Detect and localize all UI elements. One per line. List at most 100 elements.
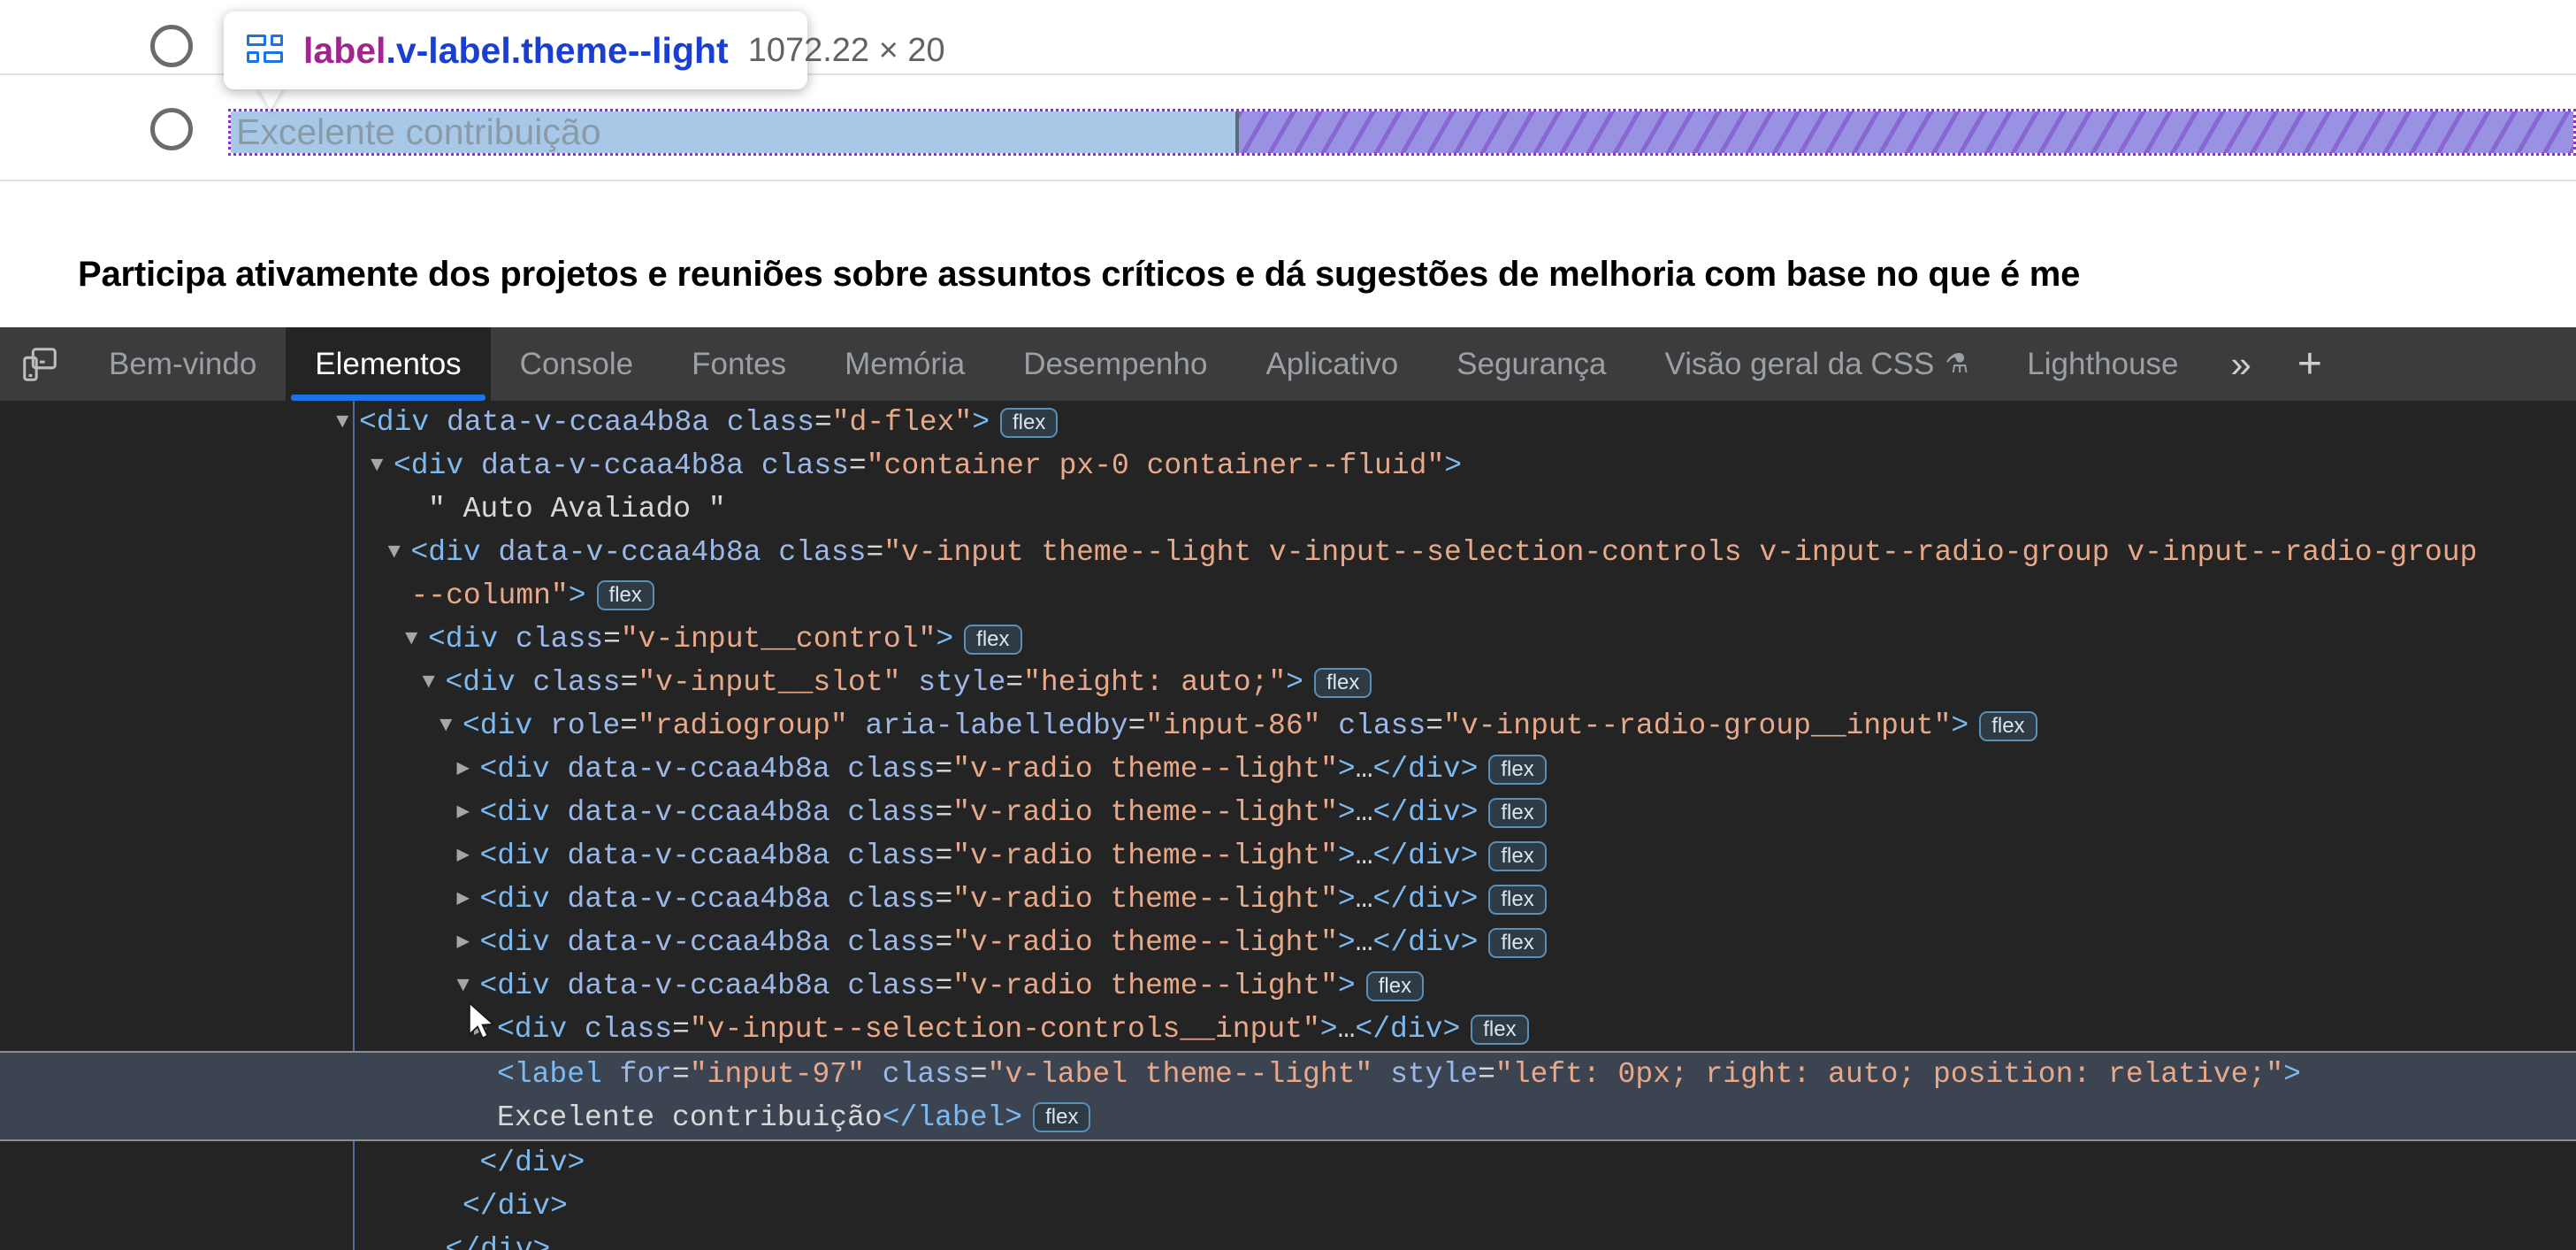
chevron-down-icon[interactable]: ▼ <box>405 617 424 661</box>
chevron-down-icon[interactable]: ▼ <box>457 964 477 1008</box>
node-markup: </div> <box>479 1146 585 1179</box>
flex-badge[interactable]: flex <box>1033 1102 1091 1133</box>
flex-badge[interactable]: flex <box>1313 667 1372 698</box>
node-markup: " Auto Avaliado " <box>428 493 726 525</box>
tab-label: Console <box>519 346 634 381</box>
dom-node-row[interactable]: ▶ <div data-v-ccaa4b8a class="v-radio the… <box>0 791 2576 834</box>
tab-visão-geral-da-css[interactable]: Visão geral da CSS ⚗ <box>1636 327 1999 401</box>
dom-node-row[interactable]: Excelente contribuição</label> flex <box>0 1096 2576 1141</box>
tooltip-dimensions: 1072.22 × 20 <box>747 31 945 69</box>
node-markup: <div data-v-ccaa4b8a class="container px… <box>394 449 1463 483</box>
chevron-down-icon[interactable]: ▼ <box>440 704 459 748</box>
node-markup: <div class="v-input__slot" style="height… <box>445 666 1303 700</box>
dom-node-row[interactable]: ▼ <div role="radiogroup" aria-labelledby=… <box>0 704 2576 748</box>
tab-label: Aplicativo <box>1265 346 1399 381</box>
element-info-tooltip: label.v-label.theme--light 1072.22 × 20 <box>224 12 945 89</box>
node-markup: <div data-v-ccaa4b8a class="v-input them… <box>410 536 2478 570</box>
node-markup: <div data-v-ccaa4b8a class="v-radio them… <box>479 883 1479 916</box>
dom-node-row[interactable]: " Auto Avaliado " <box>0 487 2576 531</box>
tabs-container: Bem-vindo Elementos Console Fontes Memória De… <box>80 327 2208 401</box>
flex-badge[interactable]: flex <box>1488 797 1547 828</box>
dom-node-row[interactable]: ▶ <div data-v-ccaa4b8a class="v-radio the… <box>0 834 2576 878</box>
chevron-right-icon[interactable]: ▶ <box>457 791 477 834</box>
highlight-content-box: Excelente contribuição <box>231 111 1239 153</box>
dom-node-row[interactable]: ▼ <div class="v-input__slot" style="heigh… <box>0 661 2576 704</box>
flex-badge[interactable]: flex <box>964 624 1022 655</box>
tab-label: Bem-vindo <box>109 346 257 381</box>
node-markup: <div class="v-input__control"> <box>428 623 954 656</box>
node-markup: <div data-v-ccaa4b8a class="v-radio them… <box>479 796 1479 830</box>
add-tab-button[interactable]: + <box>2274 327 2345 401</box>
dom-node-row[interactable]: ▶ <div data-v-ccaa4b8a class="v-radio the… <box>0 878 2576 921</box>
tab-label: Fontes <box>692 346 787 381</box>
tooltip-selector: label.v-label.theme--light <box>303 30 729 72</box>
element-highlight-overlay: Excelente contribuição <box>228 109 2576 156</box>
tab-aplicativo[interactable]: Aplicativo <box>1236 327 1427 401</box>
dom-node-row[interactable]: </div> <box>0 1141 2576 1185</box>
tab-bem-vindo[interactable]: Bem-vindo <box>80 327 286 401</box>
node-markup: --column"> <box>410 579 586 612</box>
node-markup: Excelente contribuição</label> <box>497 1101 1023 1134</box>
dom-tree-view[interactable]: ▼ <div data-v-ccaa4b8a class="d-flex"> fle… <box>0 401 2576 1250</box>
dom-node-row[interactable]: --column"> flex <box>0 574 2576 617</box>
devtools-panel: Bem-vindo Elementos Console Fontes Memória De… <box>0 327 2576 1250</box>
tab-elementos[interactable]: Elementos <box>286 327 491 401</box>
dom-node-row[interactable]: ▼ <div data-v-ccaa4b8a class="container p… <box>0 444 2576 487</box>
node-markup: <div data-v-ccaa4b8a class="v-radio them… <box>479 753 1479 786</box>
tab-lighthouse[interactable]: Lighthouse <box>1998 327 2207 401</box>
chevron-down-icon[interactable]: ▼ <box>388 531 408 574</box>
tab-label: Segurança <box>1456 346 1607 381</box>
node-markup: </div> <box>462 1190 568 1223</box>
chevron-right-icon[interactable]: ▶ <box>474 1008 493 1051</box>
chevron-down-icon[interactable]: ▼ <box>371 444 390 487</box>
node-markup: <div data-v-ccaa4b8a class="v-radio them… <box>479 840 1479 873</box>
tab-console[interactable]: Console <box>491 327 662 401</box>
dom-node-row[interactable]: ▼ <div data-v-ccaa4b8a class="d-flex"> fle… <box>0 401 2576 444</box>
device-toolbar-icon[interactable] <box>0 327 80 401</box>
devtools-tab-strip: Bem-vindo Elementos Console Fontes Memória De… <box>0 327 2576 401</box>
more-tabs-button[interactable]: » <box>2208 327 2274 401</box>
chevron-down-icon[interactable]: ▼ <box>423 661 442 704</box>
dom-node-row[interactable]: </div> <box>0 1185 2576 1228</box>
node-markup: </div> <box>445 1233 551 1250</box>
dom-node-row[interactable]: ▶ <div data-v-ccaa4b8a class="v-radio the… <box>0 748 2576 791</box>
tab-desempenho[interactable]: Desempenho <box>994 327 1236 401</box>
flex-badge[interactable]: flex <box>1979 710 2037 741</box>
dom-node-list: ▼ <div data-v-ccaa4b8a class="d-flex"> fle… <box>0 401 2576 1250</box>
dom-node-row[interactable]: ▼ <div data-v-ccaa4b8a class="v-radio the… <box>0 964 2576 1008</box>
highlight-padding-box <box>1239 111 2573 153</box>
flex-badge[interactable]: flex <box>1488 927 1547 958</box>
flex-badge[interactable]: flex <box>1365 970 1425 1001</box>
chevron-down-icon[interactable]: ▼ <box>336 401 355 444</box>
tab-fontes[interactable]: Fontes <box>662 327 815 401</box>
tooltip-tag-name: label <box>303 29 386 71</box>
dom-node-row[interactable]: ▼ <div data-v-ccaa4b8a class="v-input the… <box>0 531 2576 574</box>
flex-badge[interactable]: flex <box>1488 754 1547 785</box>
dom-node-row[interactable]: ▼ <div class="v-input__control"> flex <box>0 617 2576 661</box>
tab-label: Elementos <box>315 346 462 381</box>
tab-memória[interactable]: Memória <box>815 327 994 401</box>
node-markup: <div class="v-input--selection-controls_… <box>497 1013 1461 1047</box>
tab-segurança[interactable]: Segurança <box>1427 327 1635 401</box>
node-markup: <div data-v-ccaa4b8a class="v-radio them… <box>479 926 1479 960</box>
dom-node-row[interactable]: <label for="input-97" class="v-label the… <box>0 1051 2576 1096</box>
node-markup: <div data-v-ccaa4b8a class="v-radio them… <box>479 970 1356 1003</box>
flex-badge[interactable]: flex <box>1000 407 1059 438</box>
dom-node-row[interactable]: ▶ <div data-v-ccaa4b8a class="v-radio the… <box>0 921 2576 964</box>
flex-badge[interactable]: flex <box>1488 840 1547 871</box>
dom-node-row[interactable]: </div> <box>0 1228 2576 1250</box>
chevron-right-icon[interactable]: ▶ <box>457 878 477 921</box>
chevron-right-icon[interactable]: ▶ <box>457 834 477 878</box>
flex-badge[interactable]: flex <box>596 580 654 611</box>
radio-button-unselected-1[interactable] <box>150 25 193 67</box>
chevron-right-icon[interactable]: ▶ <box>457 921 477 964</box>
radio-label-text: Excelente contribuição <box>236 111 601 152</box>
inspected-page: Excelente contribuição label.v-label.the… <box>0 0 2576 327</box>
chevron-right-icon[interactable]: ▶ <box>457 748 477 791</box>
node-markup: <div data-v-ccaa4b8a class="d-flex"> <box>359 406 990 440</box>
flex-badge[interactable]: flex <box>1471 1014 1529 1045</box>
tooltip-class-names: .v-label.theme--light <box>386 29 729 71</box>
radio-button-unselected-2[interactable] <box>150 108 193 150</box>
flex-badge[interactable]: flex <box>1488 884 1547 915</box>
dom-node-row[interactable]: ▶ <div class="v-input--selection-controls… <box>0 1008 2576 1051</box>
